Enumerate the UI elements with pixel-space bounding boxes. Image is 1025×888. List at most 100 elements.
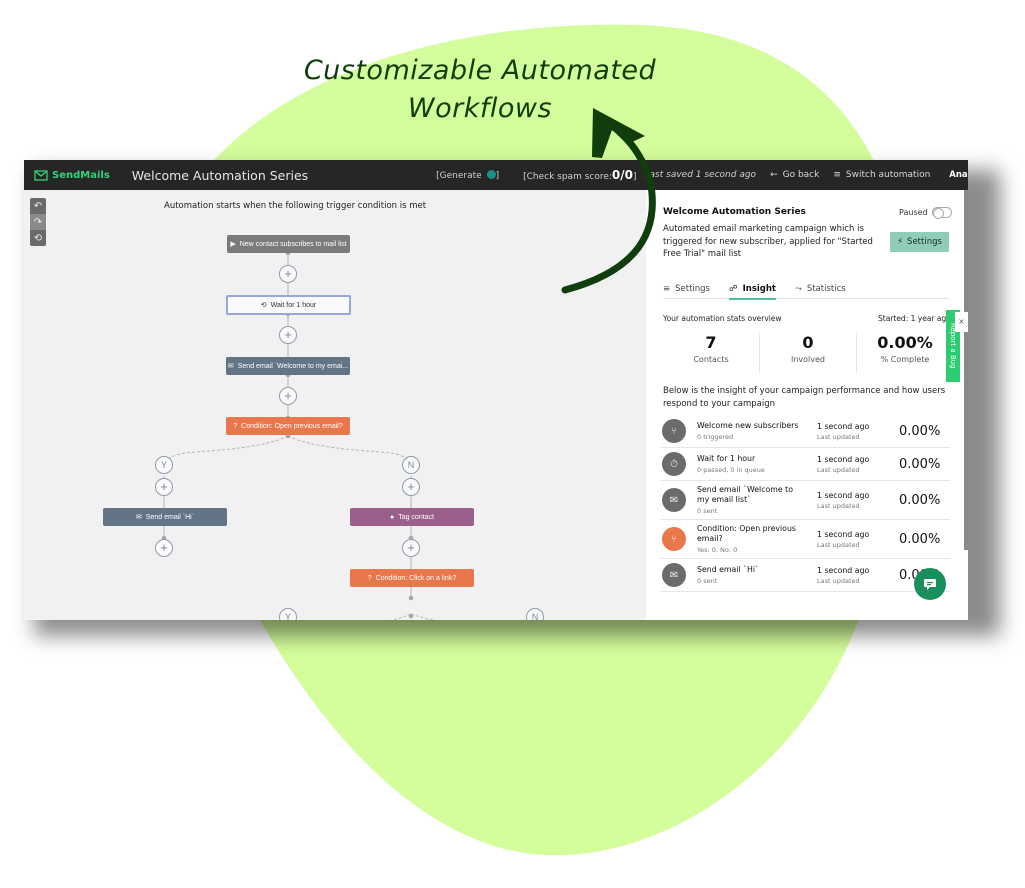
row-subtitle: 0 triggered bbox=[697, 433, 734, 441]
brand-name: SendMails bbox=[52, 169, 110, 181]
panel-tabs: ≡ Settings ☍ Insight ⤳ Statistics bbox=[663, 278, 949, 300]
stat-value: 0.00% bbox=[877, 333, 933, 352]
insight-icon: ☍ bbox=[729, 283, 738, 294]
branch-yes-label: Y bbox=[279, 608, 297, 620]
row-title: Welcome new subscribers bbox=[697, 421, 799, 430]
email-icon: ✉ bbox=[662, 563, 686, 587]
branch-no-path bbox=[287, 435, 412, 465]
add-step-button[interactable]: + bbox=[155, 478, 173, 496]
stat-label: Involved bbox=[790, 355, 825, 364]
headline-line-1: Customizable Automated bbox=[303, 55, 657, 86]
arrow-left-icon: ← bbox=[770, 170, 778, 180]
envelope-icon: ✉ bbox=[227, 363, 234, 370]
node-condition-open-email[interactable]: ? Condition: Open previous email? bbox=[226, 417, 350, 435]
node-label: Condition: Open previous email? bbox=[241, 422, 343, 430]
user-icon: ● bbox=[389, 513, 395, 521]
sparkle-icon: ⚡ bbox=[897, 237, 904, 247]
automation-title[interactable]: Welcome Automation Series bbox=[132, 168, 308, 183]
generate-button[interactable]: [Generate ] bbox=[436, 169, 499, 181]
add-step-button[interactable]: + bbox=[279, 387, 297, 405]
insight-description: Below is the insight of your campaign pe… bbox=[663, 386, 946, 409]
openai-icon bbox=[486, 169, 496, 179]
node-wait[interactable]: ⟲ Wait for 1 hour bbox=[226, 295, 351, 315]
settings-button[interactable]: ⚡ Settings bbox=[890, 232, 949, 252]
node-condition-click-link[interactable]: ? Condition: Click on a link? bbox=[350, 569, 474, 587]
row-subtitle: Yes: 0, No: 0 bbox=[697, 546, 738, 554]
chat-icon bbox=[924, 578, 936, 590]
menu-icon: ≡ bbox=[833, 170, 841, 180]
node-label: Send email `Hi` bbox=[145, 513, 195, 521]
stat-contacts: 7 Contacts bbox=[663, 333, 760, 373]
add-step-button[interactable]: + bbox=[155, 539, 173, 557]
port bbox=[408, 595, 414, 601]
row-title: Send email `Welcome to my email list` bbox=[697, 485, 793, 504]
workflow-canvas[interactable]: ↶ ↷ ⟲ Automation starts when the followi… bbox=[24, 190, 646, 620]
flow-connectors bbox=[161, 250, 436, 620]
go-back-link[interactable]: ← Go back bbox=[770, 170, 819, 180]
envelope-icon: ✉ bbox=[135, 514, 142, 521]
settings-button-label: Settings bbox=[907, 237, 942, 247]
switch-automation-link[interactable]: ≡ Switch automation bbox=[833, 170, 930, 180]
list-item[interactable]: ✉ Send email `Hi` 0 sent 1 second ago Last… bbox=[660, 559, 950, 592]
panel-scrollbar[interactable] bbox=[964, 190, 968, 550]
tab-insight[interactable]: ☍ Insight bbox=[729, 278, 776, 300]
top-bar: SendMails Welcome Automation Series [Gen… bbox=[24, 160, 968, 190]
node-tag-contact[interactable]: ● Tag contact bbox=[350, 508, 474, 526]
tab-settings[interactable]: ≡ Settings bbox=[663, 278, 710, 299]
row-time-label: Last updated bbox=[817, 501, 860, 510]
row-title: Wait for 1 hour bbox=[697, 454, 756, 463]
add-step-button[interactable]: + bbox=[402, 478, 420, 496]
spam-label: [Check spam score: bbox=[523, 172, 612, 182]
list-item[interactable]: ✉ Send email `Welcome to my email list` 0… bbox=[660, 481, 950, 520]
row-percent: 0.00% bbox=[899, 456, 941, 472]
stat-complete: 0.00% % Complete bbox=[857, 333, 953, 373]
tab-statistics[interactable]: ⤳ Statistics bbox=[795, 278, 846, 299]
node-send-hi-email[interactable]: ✉ Send email `Hi` bbox=[103, 508, 227, 526]
row-subtitle: 0 passed, 0 in queue bbox=[697, 466, 765, 474]
add-step-button[interactable]: + bbox=[279, 326, 297, 344]
close-icon[interactable]: × bbox=[955, 312, 968, 332]
app-window: SendMails Welcome Automation Series [Gen… bbox=[24, 160, 968, 620]
add-step-button[interactable]: + bbox=[279, 265, 297, 283]
port bbox=[408, 613, 414, 619]
trigger-icon: ⑂ bbox=[662, 419, 686, 443]
panel-title: Welcome Automation Series bbox=[663, 207, 806, 217]
chart-icon: ⤳ bbox=[795, 283, 802, 294]
tab-label: Settings bbox=[675, 283, 710, 294]
node-label: Wait for 1 hour bbox=[270, 301, 317, 309]
row-time-label: Last updated bbox=[817, 540, 860, 549]
tab-label: Insight bbox=[742, 283, 776, 294]
row-percent: 0.00% bbox=[899, 492, 941, 508]
list-item[interactable]: ⑂ Condition: Open previous email? Yes: 0,… bbox=[660, 520, 950, 559]
list-item[interactable]: ⑂ Welcome new subscribers 0 triggered 1 s… bbox=[660, 415, 950, 448]
condition-icon: ⑂ bbox=[662, 527, 686, 551]
headline-line-2: Workflows bbox=[407, 93, 553, 124]
row-percent: 0.00% bbox=[899, 423, 941, 439]
spam-bracket: ] bbox=[633, 172, 637, 182]
panel-description: Automated email marketing campaign which… bbox=[663, 224, 873, 259]
branch-no-path-2 bbox=[410, 613, 436, 620]
headline: Customizable Automated Workflows bbox=[250, 52, 710, 128]
question-icon: ? bbox=[367, 574, 372, 582]
branch-yes-path-2 bbox=[390, 613, 412, 620]
branch-no-label: N bbox=[402, 456, 420, 474]
list-icon: ≡ bbox=[663, 283, 671, 294]
row-subtitle: 0 sent bbox=[697, 507, 718, 515]
automation-panel: Welcome Automation Series Paused Automat… bbox=[646, 190, 968, 620]
spam-score-button[interactable]: [Check spam score:0/0] bbox=[523, 168, 636, 182]
row-title: Send email `Hi` bbox=[697, 565, 759, 574]
user-name[interactable]: Anant Gupta bbox=[949, 170, 968, 180]
mail-logo-icon bbox=[34, 169, 48, 181]
row-time: 1 second ago bbox=[817, 421, 870, 431]
node-trigger[interactable]: ▶ New contact subscribes to mail list bbox=[227, 235, 350, 253]
list-item[interactable]: ⏱ Wait for 1 hour 0 passed, 0 in queue 1 … bbox=[660, 448, 950, 481]
add-step-button[interactable]: + bbox=[402, 539, 420, 557]
row-time: 1 second ago bbox=[817, 529, 870, 539]
tab-label: Statistics bbox=[806, 283, 846, 294]
insight-list: ⑂ Welcome new subscribers 0 triggered 1 s… bbox=[660, 415, 950, 592]
chat-button[interactable] bbox=[914, 568, 946, 600]
brand-logo[interactable]: SendMails bbox=[34, 170, 110, 181]
stat-value: 7 bbox=[705, 333, 717, 352]
pause-toggle[interactable] bbox=[931, 207, 952, 219]
node-send-welcome-email[interactable]: ✉ Send email `Welcome to my emai... bbox=[226, 357, 350, 375]
